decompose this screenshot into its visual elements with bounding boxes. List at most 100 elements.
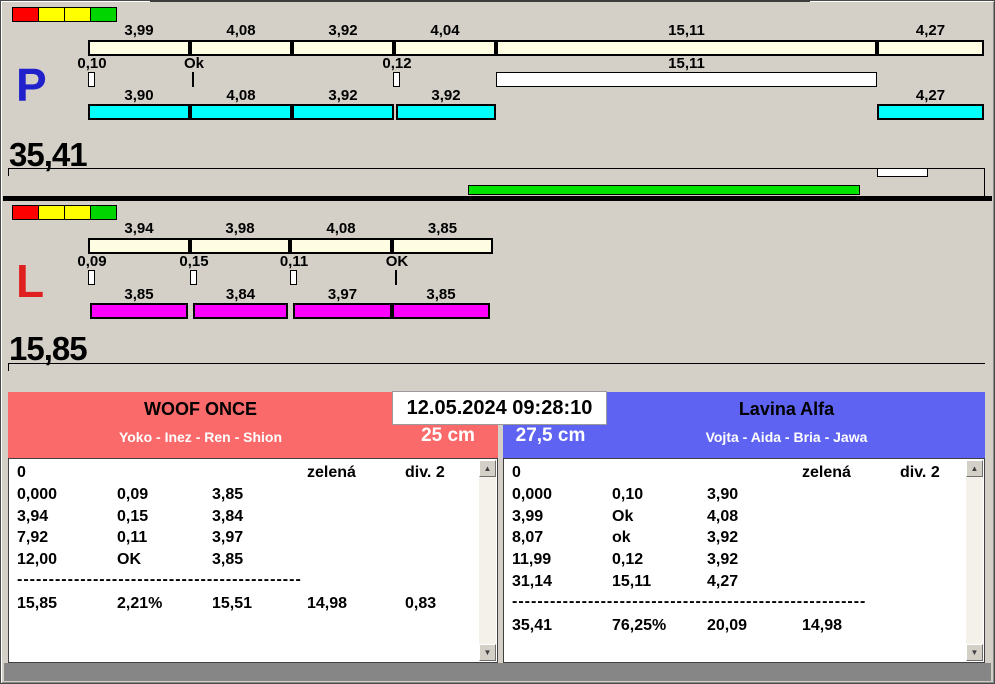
run-progress-bar (468, 185, 860, 195)
table-cell: 3,94 (17, 507, 49, 525)
scrollbar-left[interactable]: ▲ ▼ (479, 460, 496, 661)
bottom-status-strip (4, 663, 991, 681)
bar-value-label-l: 3,97 (327, 286, 358, 303)
results-table-right[interactable]: ▲ ▼ 0 zelená div. 2 0,000 0,10 3,90 3,99 Ok 4,08… (503, 458, 985, 663)
split-tick-p (393, 72, 400, 87)
team-left-dogs: Yoko - Inez - Ren - Shion (118, 429, 283, 445)
table-cell: OK (117, 551, 141, 569)
time-bar-segment-p (292, 40, 394, 56)
split-value-label-l: OK (385, 253, 409, 270)
bar-value-label-l: 3,94 (124, 220, 154, 237)
time-bar-segment-p (292, 104, 394, 120)
time-bar-segment-l (290, 238, 392, 254)
table-cell: 0,11 (117, 529, 148, 547)
scroll-down-icon[interactable]: ▼ (479, 644, 496, 661)
results-table-left[interactable]: ▲ ▼ 0 zelená div. 2 0,000 0,09 3,85 3,94 0,15 3,… (8, 458, 498, 663)
split-tick-l (190, 270, 197, 285)
scroll-up-icon[interactable]: ▲ (479, 460, 496, 477)
time-bar-segment-p (396, 104, 496, 120)
table-cell: 8,07 (512, 529, 544, 547)
table-separator: ----------------------------------------… (17, 571, 302, 588)
run-total-l: 15,85 (9, 330, 88, 367)
bar-value-label-p: 4,08 (226, 22, 256, 39)
status-lights-l (12, 205, 117, 220)
bar-value-label-l: 3,85 (124, 286, 154, 303)
bar-value-label-l: 3,84 (225, 286, 256, 303)
table-cell: 3,97 (212, 529, 244, 547)
bar-value-label-p: 3,92 (328, 87, 358, 104)
table-cell: 15,85 (17, 594, 58, 612)
l-baseline-tick (8, 364, 9, 371)
team-right-size: 27,5 cm (515, 425, 586, 446)
table-cell: 3,84 (212, 507, 244, 525)
table-cell: 35,41 (512, 616, 553, 634)
table-cell: 0,000 (17, 485, 58, 503)
time-bar-segment-p (496, 40, 877, 56)
split-tick-p (88, 72, 95, 87)
table-cell: div. 2 (405, 464, 445, 481)
split-tick-l (88, 270, 95, 285)
l-baseline (8, 363, 985, 364)
bar-value-label-p: 3,90 (124, 87, 154, 104)
time-bar-segment-l (190, 238, 290, 254)
panel-divider (3, 196, 992, 201)
scroll-up-icon[interactable]: ▲ (966, 460, 983, 477)
table-cell: 7,92 (17, 529, 49, 547)
split-tick-l (290, 270, 297, 285)
app-window: P 35,41 3,99 4,08 3,92 4,04 15,11 4,27 0,10 Ok 0… (0, 0, 995, 684)
table-cell: 3,99 (512, 507, 544, 525)
table-cell: 0,09 (117, 485, 149, 503)
time-bar-segment-p (394, 40, 496, 56)
split-value-label-l: 0,15 (179, 253, 209, 270)
time-bar-segment-p (877, 104, 984, 120)
bar-value-label-p: 4,08 (226, 87, 256, 104)
table-cell: 15,11 (612, 573, 652, 590)
table-cell: 0,83 (405, 594, 437, 612)
status-light (12, 205, 39, 220)
table-cell: ok (612, 529, 631, 547)
panel-letter-l: L (16, 255, 44, 307)
bar-value-label-l: 3,85 (426, 286, 456, 303)
bar-value-label-p: 3,99 (124, 22, 154, 39)
table-cell: zelená (307, 464, 356, 481)
match-datetime: 12.05.2024 09:28:10 (392, 391, 607, 425)
table-cell: 12,00 (17, 551, 58, 569)
time-bar-segment-l (392, 238, 493, 254)
time-bar-segment-p (88, 104, 190, 120)
team-right-name: Lavina Alfa (738, 399, 835, 419)
p-baseline (8, 168, 985, 169)
split-tick-p (192, 72, 194, 87)
table-cell: 3,85 (212, 485, 244, 503)
table-cell: div. 2 (900, 464, 940, 481)
time-bar-segment-l (392, 303, 490, 319)
table-cell: 31,14 (512, 573, 553, 590)
table-cell: 0,15 (117, 507, 149, 525)
time-bar-segment-p (190, 104, 292, 120)
scrollbar-right[interactable]: ▲ ▼ (966, 460, 983, 661)
table-cell: 14,98 (802, 616, 843, 634)
table-cell: 76,25% (612, 616, 667, 634)
p-baseline-tick (8, 169, 9, 176)
table-cell: 14,98 (307, 594, 348, 612)
team-left-size: 25 cm (421, 425, 475, 446)
status-light (64, 205, 91, 220)
scroll-down-icon[interactable]: ▼ (966, 644, 983, 661)
table-cell: 0 (512, 464, 521, 481)
time-bar-segment-p (496, 72, 877, 87)
table-cell: Ok (612, 507, 634, 525)
time-bar-segment-l (293, 303, 392, 319)
table-cell: 0 (17, 464, 26, 481)
split-value-label-p: Ok (183, 55, 205, 72)
team-right-dogs: Vojta - Aida - Bria - Jawa (705, 429, 868, 445)
bar-value-label-p: 15,11 (668, 22, 705, 39)
split-value-label-p: 0,12 (382, 55, 412, 72)
table-cell: 20,09 (707, 616, 748, 634)
time-bar-segment-p (190, 40, 292, 56)
time-bar-segment-p (877, 40, 984, 56)
table-cell: 3,90 (707, 485, 739, 503)
time-bar-segment-l (88, 238, 190, 254)
bar-value-label-l: 3,98 (225, 220, 255, 237)
split-value-label-l: 0,11 (279, 253, 309, 270)
table-cell: 4,27 (707, 573, 739, 590)
time-bar-segment-l (90, 303, 188, 319)
